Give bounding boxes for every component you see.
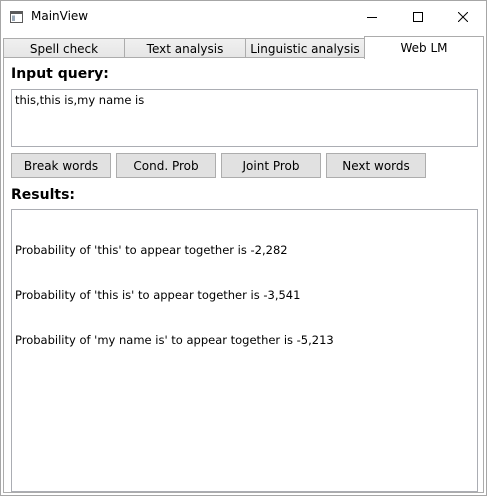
joint-prob-button[interactable]: Joint Prob xyxy=(221,153,321,178)
results-label: Results: xyxy=(11,187,75,203)
close-icon xyxy=(458,11,468,22)
window-content: Spell check Text analysis Linguistic ana… xyxy=(1,32,486,495)
window-app-icon xyxy=(10,11,23,23)
tab-spell-check[interactable]: Spell check xyxy=(3,38,125,58)
break-words-button[interactable]: Break words xyxy=(11,153,111,178)
input-query-label: Input query: xyxy=(11,66,109,82)
input-query-field[interactable]: this,this is,my name is xyxy=(11,89,478,147)
minimize-icon xyxy=(367,12,377,22)
results-field[interactable]: Probability of 'this' to appear together… xyxy=(11,209,478,492)
next-words-button[interactable]: Next words xyxy=(326,153,426,178)
result-line: Probability of 'this is' to appear toget… xyxy=(15,288,301,302)
title-bar[interactable]: MainView xyxy=(1,1,486,32)
minimize-button[interactable] xyxy=(349,1,395,32)
tab-text-analysis[interactable]: Text analysis xyxy=(124,38,246,58)
cond-prob-button[interactable]: Cond. Prob xyxy=(116,153,216,178)
maximize-icon xyxy=(413,11,423,22)
tab-linguistic-analysis[interactable]: Linguistic analysis xyxy=(245,38,365,58)
web-lm-panel: Input query: this,this is,my name is Bre… xyxy=(3,57,484,493)
result-line: Probability of 'my name is' to appear to… xyxy=(15,333,334,347)
tab-web-lm[interactable]: Web LM xyxy=(364,36,484,59)
maximize-button[interactable] xyxy=(395,1,441,32)
main-window: MainView Spell check Text analysis Lingu… xyxy=(0,0,487,496)
result-line: Probability of 'this' to appear together… xyxy=(15,243,288,257)
close-button[interactable] xyxy=(440,1,486,32)
window-title: MainView xyxy=(31,9,89,23)
tab-strip: Spell check Text analysis Linguistic ana… xyxy=(3,36,484,59)
